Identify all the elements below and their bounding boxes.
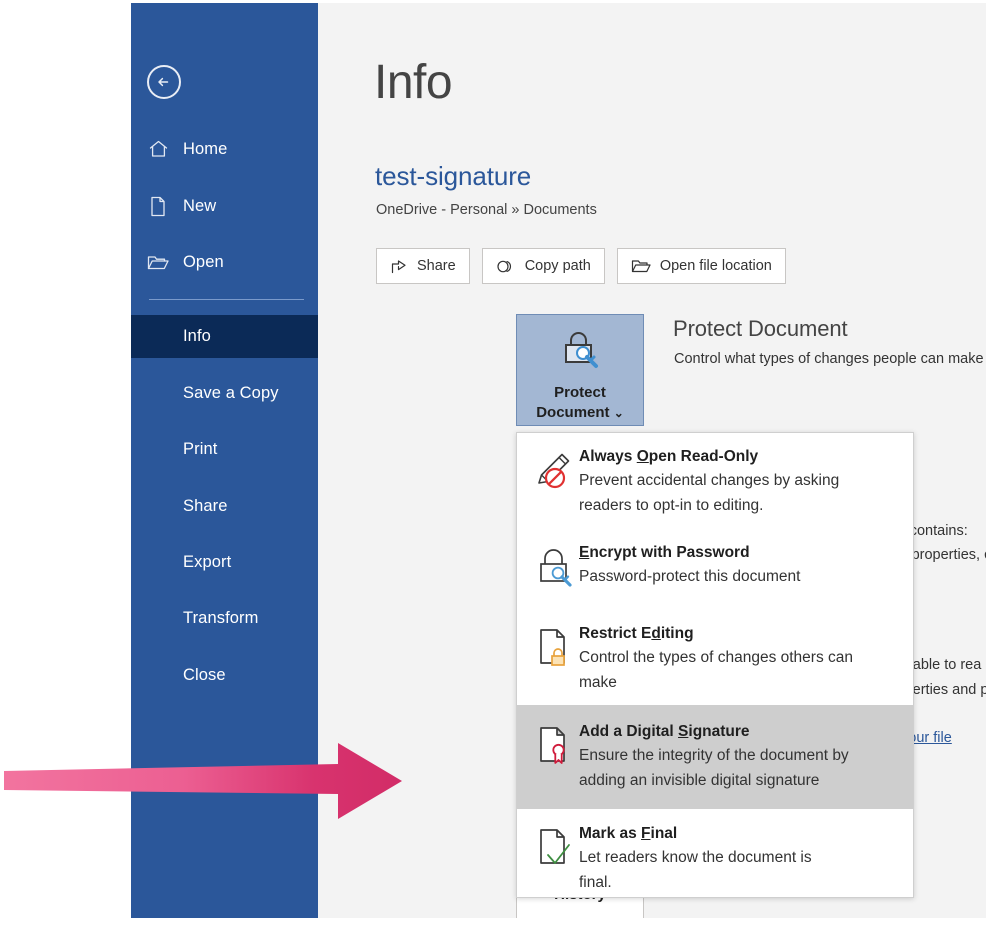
menu-item-description: Let readers know the document is final.	[579, 849, 812, 891]
sidebar-item-label: Close	[183, 666, 226, 684]
sidebar-item-close[interactable]: Close	[131, 654, 318, 697]
sidebar-item-label: Export	[183, 553, 232, 571]
protect-document-dropdown-menu: Always Open Read-Only Prevent accidental…	[516, 432, 914, 898]
pencil-no-edit-icon	[533, 446, 577, 518]
sidebar-item-share[interactable]: Share	[131, 485, 318, 528]
link-icon	[496, 259, 516, 274]
menu-item-title: Add a Digital Signature	[579, 723, 750, 740]
document-path: OneDrive - Personal » Documents	[376, 202, 597, 218]
protect-document-button-line1: Protect	[554, 384, 606, 401]
sidebar-item-info[interactable]: Info	[131, 315, 318, 358]
menu-item-mark-as-final[interactable]: Mark as Final Let readers know the docum…	[517, 809, 913, 905]
sidebar-item-label: Share	[183, 497, 228, 515]
menu-item-text: Encrypt with Password Password-protect t…	[577, 542, 800, 589]
menu-item-add-a-digital-signature[interactable]: Add a Digital Signature Ensure the integ…	[517, 705, 913, 809]
sidebar-item-label: Save a Copy	[183, 384, 279, 402]
lock-key-icon	[533, 542, 577, 589]
document-seal-icon	[533, 721, 577, 793]
copy-path-button[interactable]: Copy path	[481, 248, 605, 284]
document-lock-icon	[533, 623, 577, 695]
nav-divider	[149, 299, 304, 300]
share-button[interactable]: Share	[376, 248, 470, 284]
chevron-down-icon: ⌄	[613, 406, 624, 420]
section-heading-protect-document: Protect Document	[673, 316, 848, 341]
open-file-location-button-label: Open file location	[659, 258, 772, 274]
menu-item-text: Mark as Final Let readers know the docum…	[577, 823, 829, 895]
sidebar-item-new[interactable]: New	[131, 186, 318, 226]
share-icon	[390, 258, 408, 275]
section-body-protect-document: Control what types of changes people can…	[674, 351, 986, 367]
sidebar-item-transform[interactable]: Transform	[131, 597, 318, 640]
protect-document-button[interactable]: Protect Document ⌄	[516, 314, 644, 426]
open-folder-icon	[147, 251, 169, 273]
sidebar-item-export[interactable]: Export	[131, 541, 318, 584]
menu-item-restrict-editing[interactable]: Restrict Editing Control the types of ch…	[517, 599, 913, 705]
menu-item-description: Password-protect this document	[579, 568, 801, 585]
sidebar-item-label: New	[183, 196, 217, 215]
menu-item-text: Always Open Read-Only Prevent accidental…	[577, 446, 879, 518]
sidebar-item-save-a-copy[interactable]: Save a Copy	[131, 372, 318, 415]
sidebar-item-home[interactable]: Home	[131, 129, 318, 169]
menu-item-description: Control the types of changes others can …	[579, 649, 853, 691]
sidebar-item-label: Transform	[183, 609, 259, 627]
menu-item-text: Add a Digital Signature Ensure the integ…	[577, 721, 879, 793]
backstage-nav: Home New Open Info Save a Copy Print Sha…	[131, 3, 318, 918]
open-file-location-button[interactable]: Open file location	[616, 248, 786, 284]
menu-item-title: Always Open Read-Only	[579, 448, 759, 465]
sidebar-item-label: Info	[183, 327, 211, 345]
menu-item-always-open-read-only[interactable]: Always Open Read-Only Prevent accidental…	[517, 433, 913, 528]
back-arrow-icon[interactable]	[147, 65, 181, 99]
document-name[interactable]: test-signature	[375, 161, 531, 192]
page-title: Info	[374, 56, 453, 109]
home-icon	[147, 138, 169, 160]
menu-item-title: Mark as Final	[579, 825, 678, 842]
file-action-bar: Share Copy path Open file location	[376, 248, 798, 284]
lock-key-icon	[557, 327, 603, 376]
screenshot-root: Home New Open Info Save a Copy Print Sha…	[0, 0, 986, 928]
document-check-icon	[533, 823, 577, 895]
new-document-icon	[147, 195, 169, 217]
sidebar-item-label: Home	[183, 139, 228, 158]
share-button-label: Share	[417, 258, 456, 274]
copy-path-button-label: Copy path	[524, 258, 591, 274]
sidebar-item-open[interactable]: Open	[131, 242, 318, 282]
sidebar-item-label: Print	[183, 440, 218, 458]
menu-item-description: Ensure the integrity of the document by …	[579, 747, 849, 789]
menu-item-text: Restrict Editing Control the types of ch…	[577, 623, 879, 695]
backstage-view: Home New Open Info Save a Copy Print Sha…	[131, 3, 986, 918]
sidebar-item-print[interactable]: Print	[131, 428, 318, 471]
menu-item-encrypt-with-password[interactable]: Encrypt with Password Password-protect t…	[517, 528, 913, 599]
menu-item-title: Restrict Editing	[579, 625, 694, 642]
sidebar-item-label: Open	[183, 252, 224, 271]
protect-document-button-line2: Document ⌄	[536, 404, 624, 421]
menu-item-title: Encrypt with Password	[579, 544, 750, 561]
folder-open-icon	[631, 258, 651, 274]
menu-item-description: Prevent accidental changes by asking rea…	[579, 472, 840, 514]
